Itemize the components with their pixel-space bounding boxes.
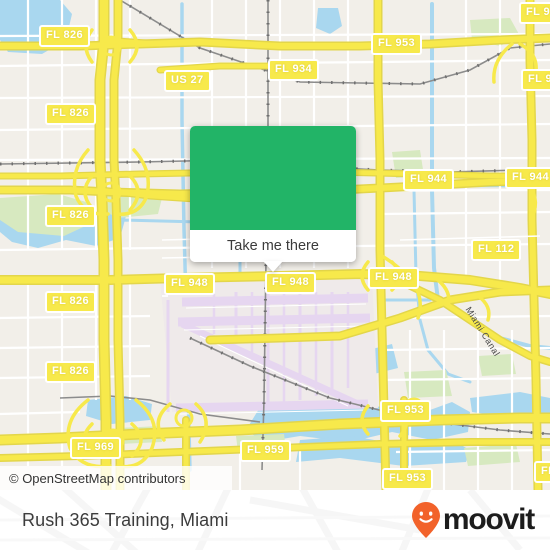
bottom-info-bar: Rush 365 Training, Miami moovit: [0, 490, 550, 550]
road-shield: FL 826: [39, 25, 91, 47]
place-callout-card[interactable]: Take me there: [190, 126, 356, 272]
road-shield: FL 934: [268, 59, 320, 81]
road-shield: FL 826: [45, 205, 97, 227]
map-canvas[interactable]: FL 826 FL 826 FL 826 FL 826 FL 826 US 27…: [0, 0, 550, 490]
road-shield: FL 948: [164, 273, 216, 295]
road-shield: FL 9: [519, 2, 550, 24]
road-shield: FL 826: [45, 103, 97, 125]
road-shield: FL 953: [380, 400, 432, 422]
road-shield: FL 826: [45, 361, 97, 383]
road-shield: FL 948: [265, 272, 317, 294]
place-thumbnail-image: [190, 126, 356, 230]
road-shield: US 27: [164, 70, 211, 92]
moovit-brand[interactable]: moovit: [411, 490, 535, 550]
road-shield: FL 953: [371, 33, 423, 55]
moovit-wordmark: moovit: [442, 503, 535, 536]
moovit-pin-icon: [411, 502, 440, 538]
take-me-there-button[interactable]: Take me there: [190, 230, 356, 262]
map-attribution[interactable]: © OpenStreetMap contributors: [0, 466, 232, 490]
road-shield: FL 953: [382, 468, 434, 490]
road-shield: FL 826: [45, 291, 97, 313]
road-shield: FL 969: [70, 437, 122, 459]
road-shield: FL 112: [471, 239, 522, 261]
road-shield: FL 959: [240, 440, 292, 462]
place-name-label: Rush 365 Training, Miami: [22, 509, 229, 530]
road-shield: FL 944: [403, 169, 455, 191]
callout-pointer: [263, 261, 283, 272]
road-shield: FL 9: [521, 69, 550, 91]
road-shield: FL 944: [505, 167, 550, 189]
road-shield: FL 948: [368, 267, 420, 289]
road-shield: FL: [534, 461, 550, 483]
moovit-map-screenshot: FL 826 FL 826 FL 826 FL 826 FL 826 US 27…: [0, 0, 550, 550]
